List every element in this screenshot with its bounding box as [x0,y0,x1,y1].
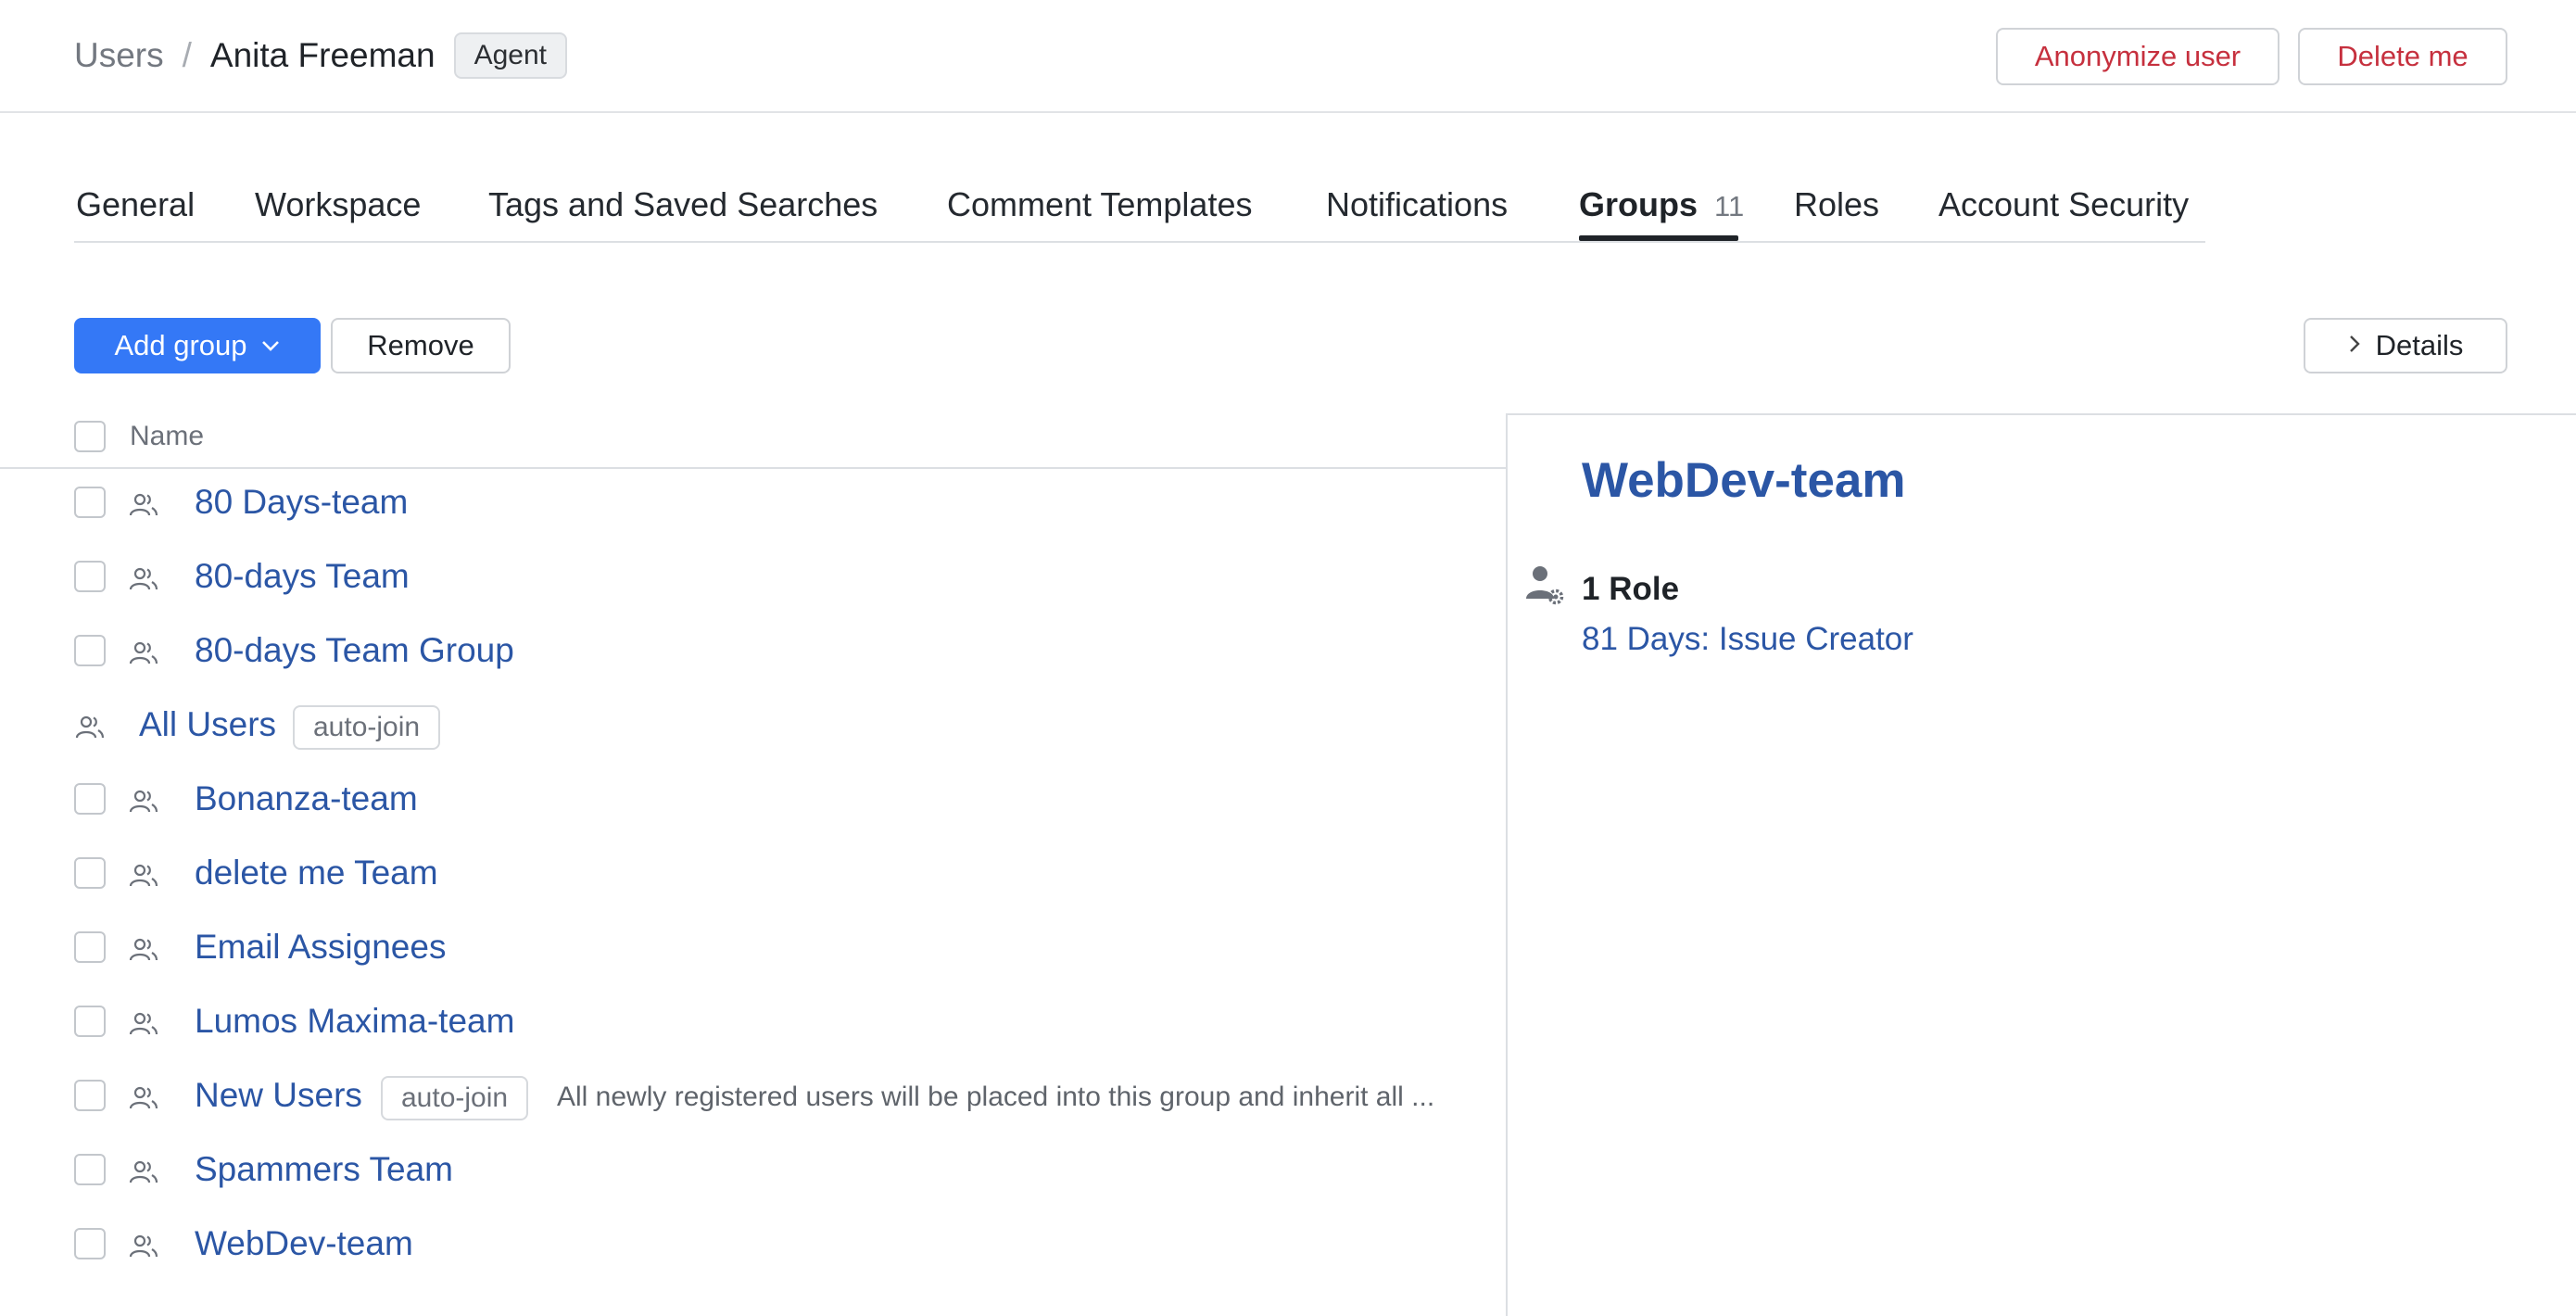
list-item: 80-days Team Group [0,614,1507,689]
row-checkbox[interactable] [74,931,106,963]
tab-notifications[interactable]: Notifications [1326,185,1508,224]
groups-list-header: Name [0,408,1507,469]
user-groups-page: Users / Anita Freeman Agent Anonymize us… [0,0,2576,1316]
active-tab-indicator [1579,235,1738,241]
add-group-button[interactable]: Add group [74,318,321,373]
details-title: WebDev-team [1582,452,1906,509]
breadcrumb-users-link[interactable]: Users [74,36,164,75]
group-name-link[interactable]: 80-days Team Group [195,631,514,670]
group-icon [74,715,106,740]
select-all-checkbox[interactable] [74,421,106,452]
group-icon [128,789,159,815]
group-icon [128,1011,159,1037]
list-item: delete me Team [0,837,1507,911]
add-group-label: Add group [114,329,246,362]
list-item: New Users auto-join All newly registered… [0,1059,1507,1133]
page-title: Anita Freeman [210,36,436,75]
group-icon [128,937,159,963]
user-role-badge: Agent [454,32,567,79]
list-item: Lumos Maxima-team [0,985,1507,1059]
list-item: 80 Days-team [0,466,1507,540]
group-icon [128,640,159,666]
settings-tabs: General Workspace Tags and Saved Searche… [74,167,2205,243]
breadcrumb: Users / Anita Freeman Agent [74,30,567,82]
group-name-link[interactable]: Spammers Team [195,1150,453,1189]
group-icon [128,1234,159,1259]
group-details-panel: WebDev-team 1 Role 81 Days: Issue Creato… [1506,413,2576,1316]
details-toggle-button[interactable]: Details [2304,318,2507,373]
user-gear-icon [1524,563,1567,606]
row-checkbox[interactable] [74,783,106,815]
group-icon [128,492,159,518]
anonymize-user-button[interactable]: Anonymize user [1996,28,2279,85]
group-name-link[interactable]: 80 Days-team [195,483,408,522]
list-item: Email Assignees [0,911,1507,985]
row-checkbox[interactable] [74,1006,106,1037]
row-checkbox[interactable] [74,1080,106,1111]
group-name-link[interactable]: Email Assignees [195,928,446,967]
roles-count: 1 Role [1582,571,1679,608]
list-item: 80-days Team [0,540,1507,614]
group-name-link[interactable]: 80-days Team [195,557,410,596]
tab-roles[interactable]: Roles [1794,185,1879,224]
group-name-link[interactable]: New Users [195,1076,362,1115]
remove-button[interactable]: Remove [331,318,511,373]
group-icon [128,1085,159,1111]
tab-groups-count: 11 [1714,190,1744,222]
group-icon [128,1159,159,1185]
auto-join-tag: auto-join [381,1076,528,1120]
tab-groups[interactable]: Groups 11 [1579,185,1744,224]
group-name-link[interactable]: WebDev-team [195,1224,413,1263]
row-checkbox[interactable] [74,1154,106,1185]
role-link[interactable]: 81 Days: Issue Creator [1582,621,1913,658]
group-name-link[interactable]: Bonanza-team [195,779,418,818]
list-item: WebDev-team [0,1208,1507,1282]
tab-comment-templates[interactable]: Comment Templates [947,185,1252,224]
group-name-link[interactable]: Lumos Maxima-team [195,1002,514,1041]
row-checkbox[interactable] [74,635,106,666]
row-checkbox[interactable] [74,857,106,889]
list-item: All Users auto-join [0,689,1507,763]
tab-general[interactable]: General [76,185,195,224]
tab-account-security[interactable]: Account Security [1938,185,2189,224]
details-label: Details [2376,329,2464,362]
row-checkbox[interactable] [74,1228,106,1259]
tab-groups-label: Groups [1579,185,1698,223]
breadcrumb-separator: / [183,36,192,75]
chevron-right-icon [2348,331,2361,361]
group-icon [128,863,159,889]
group-name-link[interactable]: delete me Team [195,854,438,892]
column-header-name: Name [130,421,204,452]
auto-join-tag: auto-join [293,705,440,750]
group-name-link[interactable]: All Users [139,705,276,744]
list-item: Bonanza-team [0,763,1507,837]
group-description: All newly registered users will be place… [557,1082,1498,1113]
row-checkbox[interactable] [74,561,106,592]
row-checkbox[interactable] [74,487,106,518]
tab-tags-saved-searches[interactable]: Tags and Saved Searches [488,185,878,224]
group-icon [128,566,159,592]
chevron-down-icon [260,334,281,358]
delete-user-button[interactable]: Delete me [2298,28,2507,85]
page-header: Users / Anita Freeman Agent Anonymize us… [0,0,2576,113]
tab-workspace[interactable]: Workspace [255,185,421,224]
list-item: Spammers Team [0,1133,1507,1208]
